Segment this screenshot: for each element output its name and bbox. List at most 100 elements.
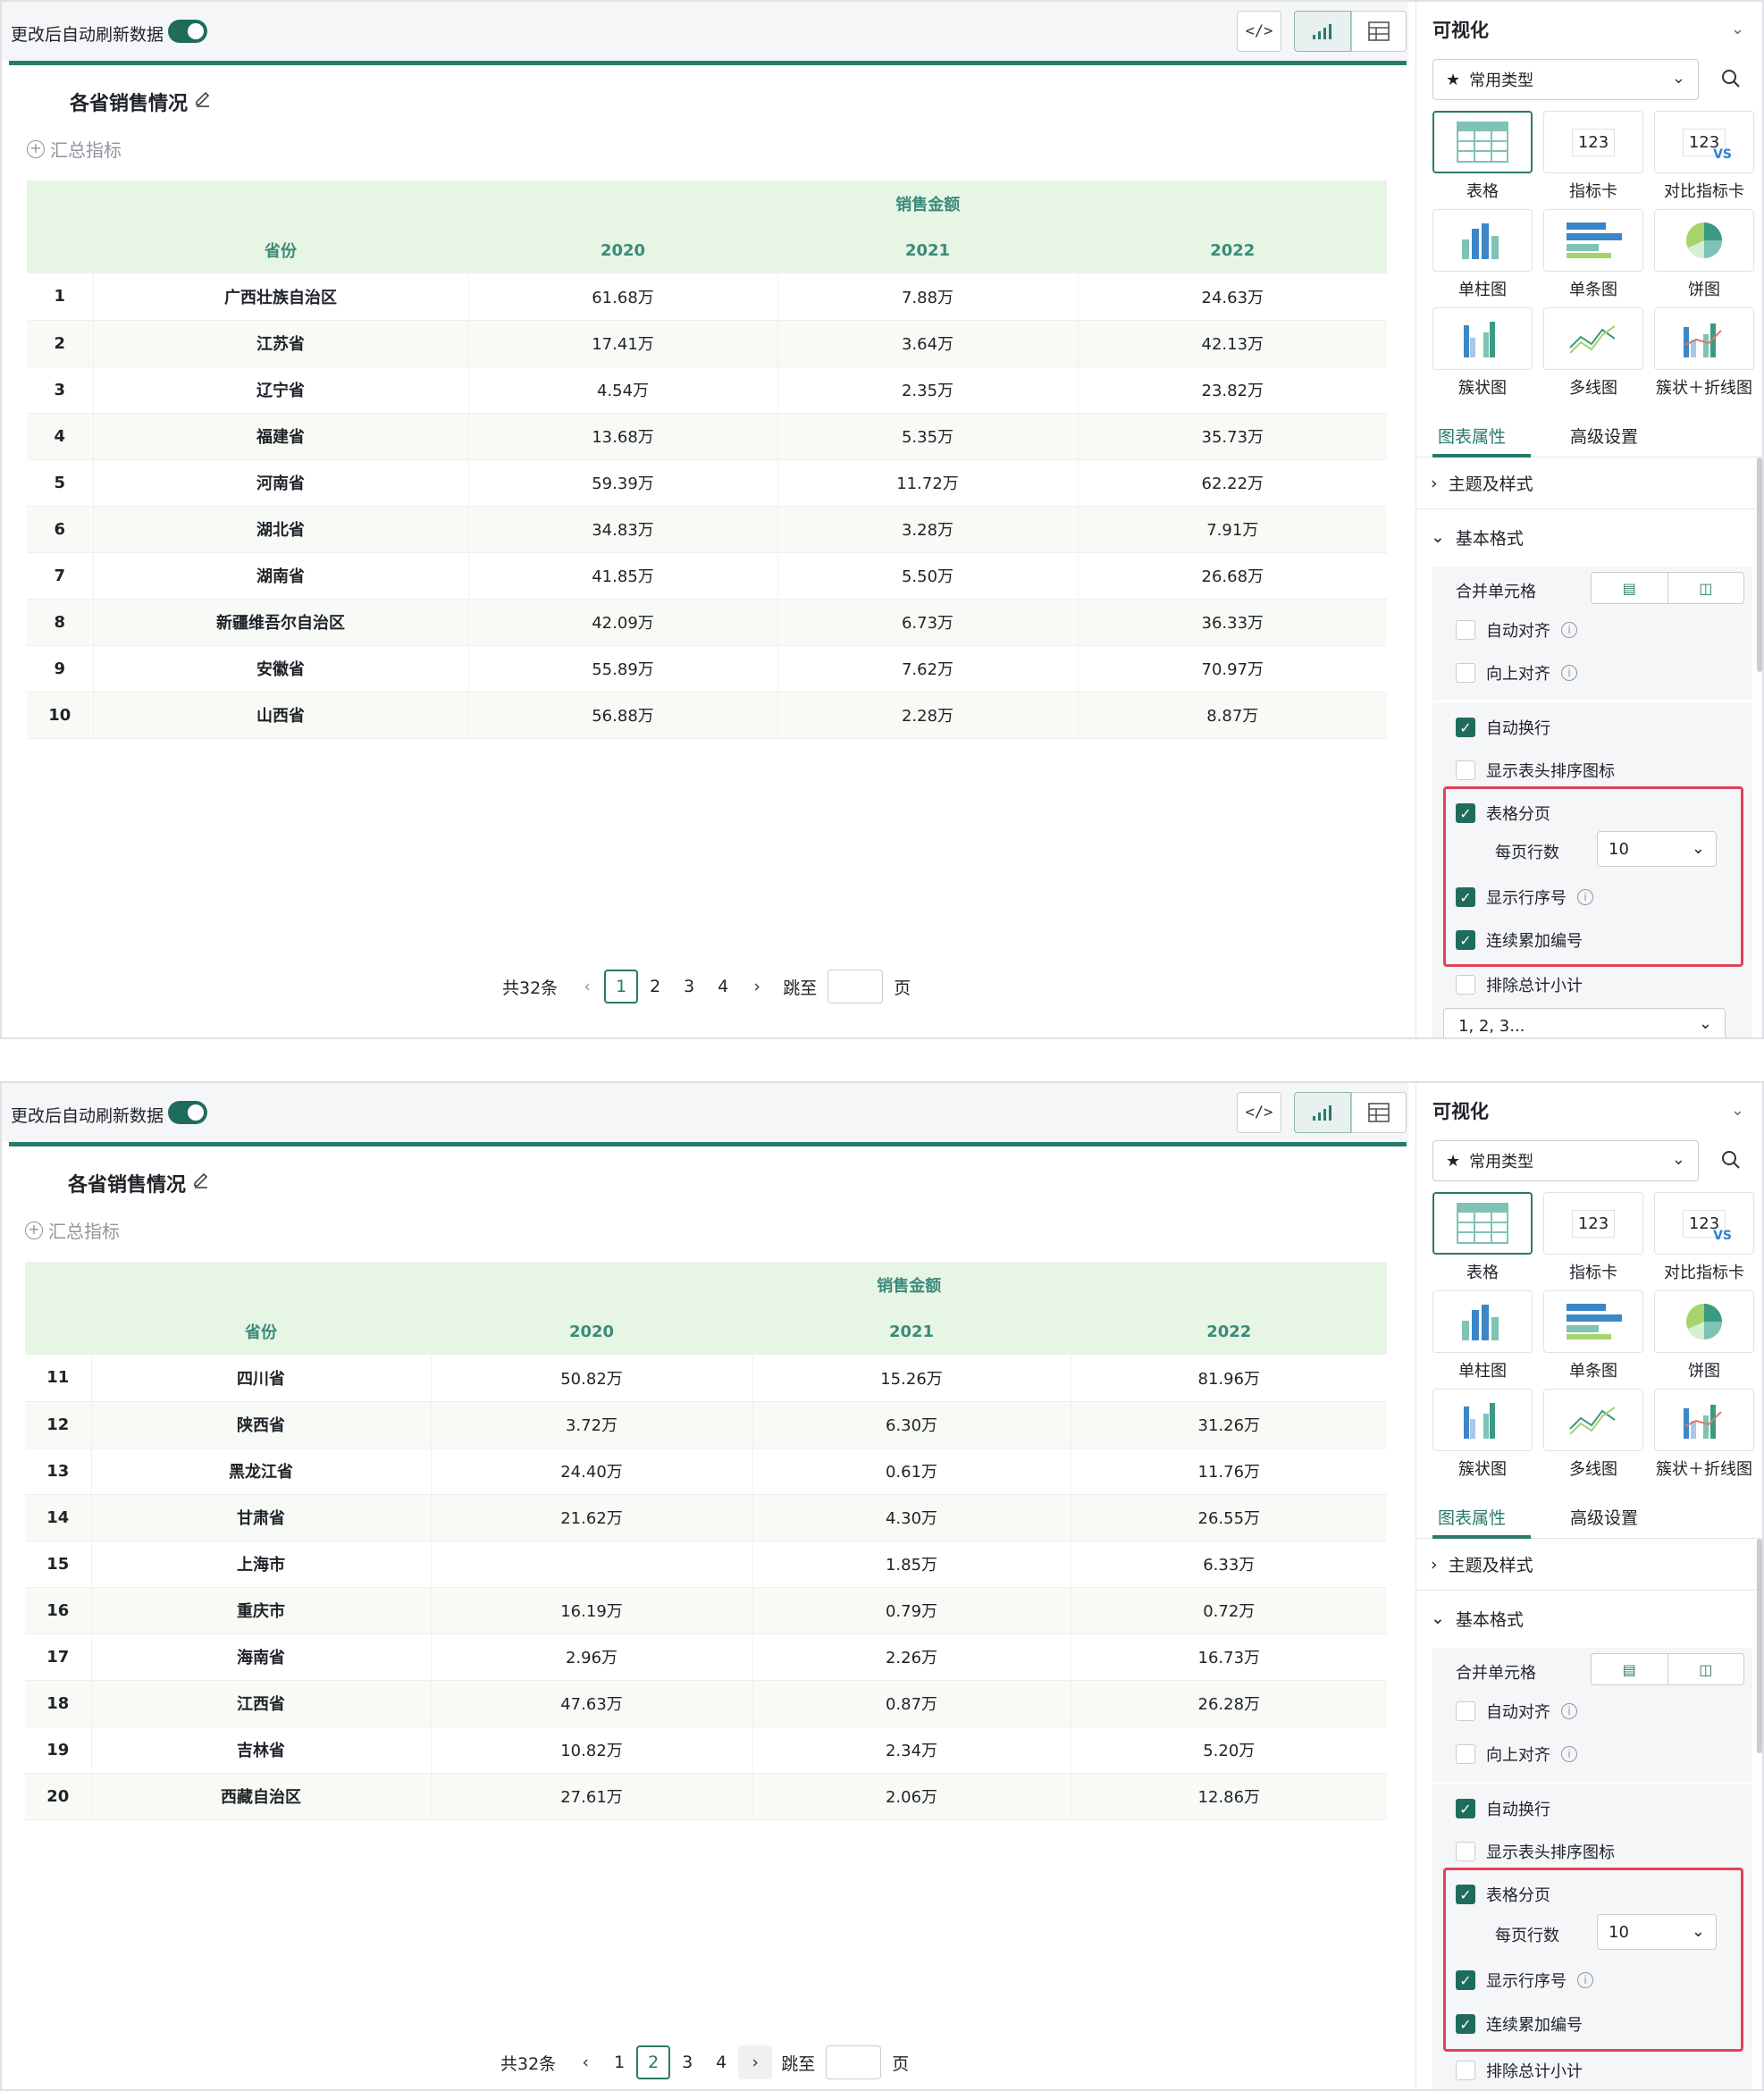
exclude-subtotal-checkbox[interactable] <box>1456 2061 1475 2080</box>
panel-scrollbar[interactable] <box>1757 458 1762 672</box>
section-basic-format[interactable]: ⌄ 基本格式 <box>1416 1592 1762 1644</box>
section-basic-format[interactable]: ⌄ 基本格式 <box>1416 511 1762 563</box>
chart-type-clustered[interactable]: 簇状图 <box>1432 307 1533 399</box>
auto-refresh-toggle[interactable] <box>168 1101 207 1124</box>
option-table-paging[interactable]: ✓ 表格分页 <box>1456 1883 1550 1906</box>
option-up-align[interactable]: 向上对齐 i <box>1456 661 1577 684</box>
chart-category-select[interactable]: ★ 常用类型 ⌄ <box>1432 1140 1699 1181</box>
option-auto-wrap[interactable]: ✓ 自动换行 <box>1456 1797 1550 1820</box>
option-auto-wrap[interactable]: ✓ 自动换行 <box>1456 716 1550 739</box>
search-icon[interactable] <box>1720 68 1742 89</box>
chart-type-horizontal-bar[interactable]: 单条图 <box>1543 1290 1643 1381</box>
row-number-checkbox[interactable]: ✓ <box>1456 1970 1475 1990</box>
auto-wrap-checkbox[interactable]: ✓ <box>1456 1799 1475 1818</box>
auto-align-checkbox[interactable] <box>1456 620 1475 640</box>
chart-type-horizontal-bar[interactable]: 单条图 <box>1543 209 1643 300</box>
jump-page-input[interactable] <box>826 2045 882 2079</box>
page-3-button[interactable]: 3 <box>670 2045 704 2079</box>
exclude-subtotal-checkbox[interactable] <box>1456 975 1475 995</box>
chart-type-bar[interactable]: 单柱图 <box>1432 209 1533 300</box>
option-exclude-subtotal[interactable]: 排除总计小计 <box>1456 2059 1583 2082</box>
auto-align-checkbox[interactable] <box>1456 1701 1475 1721</box>
sort-icon-checkbox[interactable] <box>1456 760 1475 780</box>
table-view-button[interactable] <box>1351 1092 1407 1133</box>
chart-category-select[interactable]: ★ 常用类型 ⌄ <box>1432 59 1699 100</box>
option-sort-icon[interactable]: 显示表头排序图标 <box>1456 1840 1615 1863</box>
info-icon[interactable]: i <box>1561 622 1577 638</box>
code-view-button[interactable]: </> <box>1237 1092 1281 1133</box>
option-continuous-numbering[interactable]: ✓ 连续累加编号 <box>1456 928 1583 952</box>
edit-icon[interactable] <box>191 1171 211 1190</box>
chart-type-combo[interactable]: 簇状＋折线图 <box>1654 1389 1754 1480</box>
chevron-down-icon[interactable]: ⌄ <box>1731 20 1744 38</box>
header-year-2022[interactable]: 2022 <box>1078 227 1388 273</box>
tab-advanced-settings[interactable]: 高级设置 <box>1570 424 1638 448</box>
add-summary-metric-button[interactable]: + 汇总指标 <box>25 1217 120 1243</box>
continuous-numbering-checkbox[interactable]: ✓ <box>1456 2014 1475 2034</box>
jump-page-input[interactable] <box>827 970 884 1004</box>
merge-columns-button[interactable]: ◫ <box>1667 1653 1744 1685</box>
header-year-2020[interactable]: 2020 <box>468 227 778 273</box>
tab-chart-properties[interactable]: 图表属性 <box>1438 424 1506 448</box>
section-theme-style[interactable]: › 主题及样式 <box>1416 1539 1762 1591</box>
chart-type-compare-kpi[interactable]: 123 VS 对比指标卡 <box>1654 1192 1754 1283</box>
continuous-numbering-checkbox[interactable]: ✓ <box>1456 930 1475 950</box>
page-4-button[interactable]: 4 <box>706 970 740 1004</box>
chart-type-kpi-card[interactable]: 123 指标卡 <box>1543 1192 1643 1283</box>
page-4-button[interactable]: 4 <box>704 2045 738 2079</box>
page-1-button[interactable]: 1 <box>602 2045 636 2079</box>
section-theme-style[interactable]: › 主题及样式 <box>1416 458 1762 509</box>
auto-refresh-toggle[interactable] <box>168 20 207 43</box>
merge-columns-button[interactable]: ◫ <box>1667 572 1744 604</box>
header-year-2020[interactable]: 2020 <box>431 1308 753 1355</box>
up-align-checkbox[interactable] <box>1456 663 1475 683</box>
table-view-button[interactable] <box>1351 11 1407 52</box>
chart-type-table[interactable]: 表格 <box>1432 111 1533 202</box>
chart-view-button[interactable] <box>1294 11 1351 52</box>
info-icon[interactable]: i <box>1577 889 1593 905</box>
chevron-down-icon[interactable]: ⌄ <box>1731 1101 1744 1120</box>
header-province[interactable]: 省份 <box>93 227 469 273</box>
prev-page-button[interactable]: ‹ <box>568 2045 602 2079</box>
chart-type-clustered[interactable]: 簇状图 <box>1432 1389 1533 1480</box>
page-2-button[interactable]: 2 <box>636 2045 671 2079</box>
sort-icon-checkbox[interactable] <box>1456 1842 1475 1861</box>
merge-rows-button[interactable]: ▤ <box>1591 572 1668 604</box>
up-align-checkbox[interactable] <box>1456 1744 1475 1764</box>
page-3-button[interactable]: 3 <box>672 970 706 1004</box>
next-page-button[interactable]: › <box>738 2045 773 2079</box>
rows-per-page-select[interactable]: 10 ⌄ <box>1597 1914 1717 1950</box>
merge-rows-button[interactable]: ▤ <box>1591 1653 1668 1685</box>
info-icon[interactable]: i <box>1561 1703 1577 1719</box>
page-1-button[interactable]: 1 <box>604 970 639 1004</box>
header-province[interactable]: 省份 <box>91 1308 432 1355</box>
next-page-button[interactable]: › <box>740 970 774 1004</box>
add-summary-metric-button[interactable]: + 汇总指标 <box>27 136 122 162</box>
info-icon[interactable]: i <box>1561 1746 1577 1762</box>
row-number-checkbox[interactable]: ✓ <box>1456 887 1475 907</box>
option-up-align[interactable]: 向上对齐 i <box>1456 1742 1577 1766</box>
prev-page-button[interactable]: ‹ <box>570 970 604 1004</box>
option-show-row-number[interactable]: ✓ 显示行序号 i <box>1456 886 1593 909</box>
option-auto-align[interactable]: 自动对齐 i <box>1456 618 1577 642</box>
auto-wrap-checkbox[interactable]: ✓ <box>1456 718 1475 737</box>
panel-scrollbar[interactable] <box>1757 1539 1762 1753</box>
info-icon[interactable]: i <box>1577 1972 1593 1988</box>
chart-type-pie[interactable]: 饼图 <box>1654 1290 1754 1381</box>
chart-type-table[interactable]: 表格 <box>1432 1192 1533 1283</box>
option-table-paging[interactable]: ✓ 表格分页 <box>1456 802 1550 825</box>
tab-chart-properties[interactable]: 图表属性 <box>1438 1505 1506 1529</box>
chart-type-bar[interactable]: 单柱图 <box>1432 1290 1533 1381</box>
option-exclude-subtotal[interactable]: 排除总计小计 <box>1456 973 1583 996</box>
header-year-2021[interactable]: 2021 <box>752 1308 1071 1355</box>
option-sort-icon[interactable]: 显示表头排序图标 <box>1456 759 1615 782</box>
table-paging-checkbox[interactable]: ✓ <box>1456 803 1475 823</box>
tab-advanced-settings[interactable]: 高级设置 <box>1570 1505 1638 1529</box>
edit-icon[interactable] <box>193 89 213 109</box>
chart-type-pie[interactable]: 饼图 <box>1654 209 1754 300</box>
header-year-2021[interactable]: 2021 <box>777 227 1079 273</box>
option-auto-align[interactable]: 自动对齐 i <box>1456 1700 1577 1723</box>
header-year-2022[interactable]: 2022 <box>1071 1308 1388 1355</box>
rows-per-page-select[interactable]: 10 ⌄ <box>1597 831 1717 867</box>
option-continuous-numbering[interactable]: ✓ 连续累加编号 <box>1456 2012 1583 2036</box>
